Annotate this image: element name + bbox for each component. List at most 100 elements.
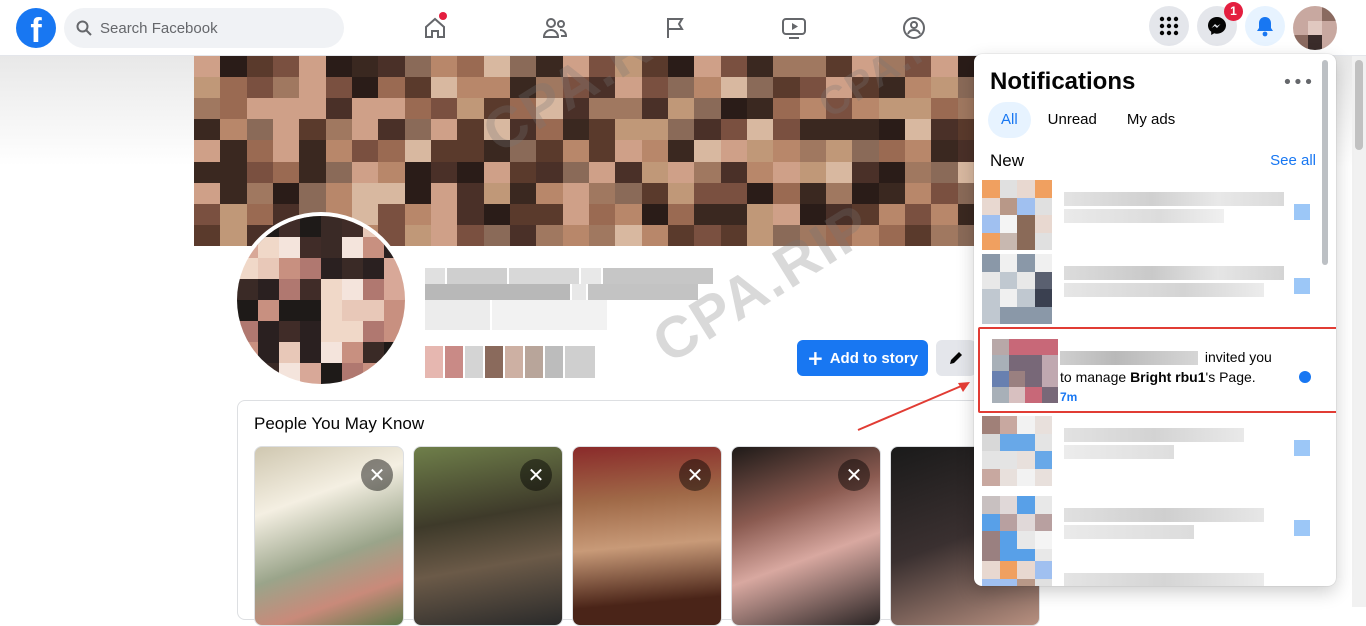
pixel-tile [352,161,379,183]
search-box[interactable] [64,8,344,48]
pixel-tile [992,387,1009,403]
pixel-tile [279,237,300,258]
pixel-tile [982,513,1000,531]
pixel-tile [299,182,326,204]
notification-line2-suffix: 's Page. [1205,369,1256,385]
pixel-tile [220,77,247,99]
pixel-tile [1293,6,1308,21]
pixel-tile [799,161,826,183]
pixel-tile [510,140,537,162]
pixel-tile [1322,20,1337,36]
pixel-tile [1041,339,1058,355]
pixel-tile [799,203,826,225]
notification-text-redacted [1064,192,1284,223]
more-options-icon[interactable]: ••• [1282,68,1314,96]
add-to-story-button[interactable]: + Add to story [797,340,928,376]
person-card[interactable]: ✕ [413,446,563,626]
pixel-tile [321,216,342,237]
pixel-tile [982,496,1000,514]
groups-icon[interactable] [898,12,930,44]
close-icon[interactable]: ✕ [838,459,870,491]
pixel-tile [342,321,363,342]
pixel-tile [826,203,853,225]
pixel-tile [615,140,642,162]
pixel-tile [826,56,853,78]
pixel-tile [773,182,800,204]
pixel-tile [747,56,774,78]
pixel-tile [457,56,484,78]
notification-item-redacted[interactable] [982,178,1318,252]
pixel-tile [773,224,800,246]
page-scrollbar[interactable] [1352,56,1366,607]
pixel-tile [431,140,458,162]
pixel-tile [258,258,279,279]
pixel-tile [536,98,563,120]
pixel-tile [747,77,774,99]
menu-grid-button[interactable] [1149,6,1189,46]
pixel-tile [1034,215,1052,233]
pixel-tile [1017,416,1035,434]
close-icon[interactable]: ✕ [520,459,552,491]
pixel-tile [720,140,747,162]
pixel-tile [352,119,379,141]
pixel-tile [404,119,431,141]
close-icon[interactable]: ✕ [361,459,393,491]
tab-my-ads[interactable]: My ads [1114,102,1188,138]
pixel-tile [536,224,563,246]
pixel-tile [589,98,616,120]
notification-item-redacted[interactable] [982,414,1318,488]
edit-profile-button[interactable] [936,340,976,376]
search-input[interactable] [100,19,320,37]
pixel-tile [1034,271,1052,289]
see-all-link[interactable]: See all [1270,152,1316,169]
pixel-tile [1034,561,1052,579]
pixel-tile [1017,271,1035,289]
pixel-tile [273,182,300,204]
add-to-story-label: Add to story [829,349,919,367]
profile-picture[interactable] [233,212,409,388]
pixel-tile [773,140,800,162]
notification-avatar-redacted [982,180,1052,250]
pixel-tile [510,77,537,99]
friends-icon[interactable] [539,12,571,44]
page-scrollbar-thumb[interactable] [1355,60,1363,150]
pixel-tile [1025,387,1042,403]
pages-flag-icon[interactable] [659,12,691,44]
watch-icon[interactable] [778,12,810,44]
pixel-tile [999,197,1017,215]
pixel-tile [378,182,405,204]
pixel-tile [220,98,247,120]
pixel-tile [1041,371,1058,387]
pixel-tile [562,98,589,120]
pixel-tile [773,77,800,99]
pixel-tile [273,140,300,162]
pixel-tile [457,119,484,141]
pixel-tile [615,119,642,141]
messenger-button[interactable]: 1 [1197,2,1243,46]
pixel-tile [483,203,510,225]
notification-item-redacted[interactable] [982,494,1318,568]
person-card[interactable]: ✕ [731,446,881,626]
pixel-tile [1034,513,1052,531]
person-card[interactable]: ✕ [572,446,722,626]
pixel-tile [992,355,1009,371]
notification-item-redacted[interactable] [982,559,1318,586]
pixel-tile [194,203,221,225]
home-icon[interactable] [419,12,451,44]
account-avatar[interactable] [1293,6,1337,50]
pixel-tile [878,98,905,120]
pixel-tile [589,140,616,162]
highlighted-notification[interactable]: invited you to manage Bright rbu1's Page… [978,327,1336,413]
notification-item-redacted[interactable] [982,252,1318,326]
notifications-scrollbar-thumb[interactable] [1322,60,1328,265]
notification-text-redacted [1064,573,1264,586]
pencil-icon [950,352,962,364]
person-card[interactable]: ✕ [254,446,404,626]
pixel-tile [299,56,326,78]
facebook-logo-icon[interactable]: f [16,8,56,48]
notifications-button[interactable] [1245,6,1285,46]
tab-all[interactable]: All [988,102,1031,138]
close-icon[interactable]: ✕ [679,459,711,491]
tab-unread[interactable]: Unread [1035,102,1110,138]
pixel-tile [342,300,363,321]
